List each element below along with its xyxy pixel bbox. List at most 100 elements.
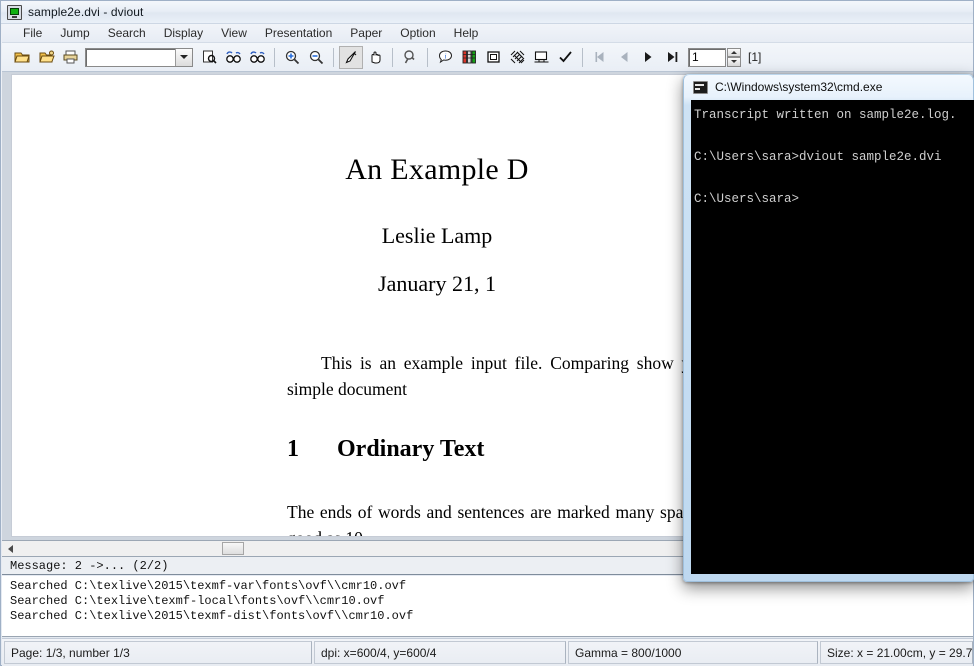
cmd-window[interactable]: C:\Windows\system32\cmd.exe Transcript w… (683, 74, 974, 582)
info-button[interactable]: i (433, 46, 457, 69)
color-marker-button[interactable] (457, 46, 481, 69)
pointer-tool-icon (344, 51, 356, 64)
open-folder-button[interactable] (34, 46, 58, 69)
zoom-out-icon (309, 50, 323, 65)
log-pane[interactable]: Searched C:\texlive\2015\texmf-var\fonts… (2, 576, 973, 637)
search-forward-button[interactable] (245, 46, 269, 69)
last-page-icon (667, 52, 677, 62)
check-icon (558, 51, 572, 63)
toolbar-separator (582, 47, 583, 67)
zoom-in-button[interactable] (280, 46, 304, 69)
window-title: sample2e.dvi - dviout (28, 5, 144, 19)
document-section-heading: 1 Ordinary Text (287, 436, 686, 463)
previous-page-button[interactable] (612, 46, 636, 69)
first-page-icon (595, 52, 603, 62)
toolbar-separator (274, 47, 275, 67)
cmd-titlebar[interactable]: C:\Windows\system32\cmd.exe (683, 74, 974, 100)
document-author: Leslie Lamp (381, 223, 493, 248)
print-icon (63, 50, 77, 64)
menu-item-view[interactable]: View (212, 24, 256, 42)
scrollbar-thumb[interactable] (222, 542, 244, 555)
console-output[interactable]: Transcript written on sample2e.log. C:\U… (691, 100, 974, 574)
toolbar-separator (427, 47, 428, 67)
statusbar: Page: 1/3, number 1/3 dpi: x=600/4, y=60… (2, 638, 973, 666)
menu-item-help[interactable]: Help (445, 24, 488, 42)
dviout-monitor-icon (7, 4, 22, 20)
toolbar-separator (392, 47, 393, 67)
toolbar-separator (333, 47, 334, 67)
document-date: January 21, 1 (378, 271, 496, 296)
caret-down-icon (731, 60, 737, 64)
zoom-out-button[interactable] (304, 46, 328, 69)
frame-button[interactable] (481, 46, 505, 69)
page-number-spinner[interactable] (727, 47, 741, 67)
menu-item-option[interactable]: Option (391, 24, 444, 42)
check-button[interactable] (553, 46, 577, 69)
magnifier-tool-button[interactable] (398, 46, 422, 69)
caret-up-icon (731, 50, 737, 54)
toolbar-combo[interactable] (85, 47, 193, 67)
next-page-button[interactable] (636, 46, 660, 69)
spinner-up-button[interactable] (727, 47, 741, 57)
display-monitor-icon (534, 51, 548, 63)
open-folder-icon (38, 50, 55, 63)
menu-item-jump[interactable]: Jump (51, 24, 98, 42)
document-title: An Example D (345, 153, 529, 186)
cmd-window-title: C:\Windows\system32\cmd.exe (715, 80, 883, 94)
console-line: Transcript written on sample2e.log. (694, 108, 957, 122)
open-file-button[interactable] (10, 46, 34, 69)
log-line: Searched C:\texlive\texmf-local\fonts\ov… (10, 594, 385, 608)
menu-item-display[interactable]: Display (155, 24, 212, 42)
screen: sample2e.dvi - dviout File Jump Search D… (0, 0, 974, 666)
titlebar: sample2e.dvi - dviout (1, 1, 973, 24)
console-line: C:\Users\sara>dviout sample2e.dvi (694, 150, 942, 164)
print-button[interactable] (58, 46, 82, 69)
menu-item-presentation[interactable]: Presentation (256, 24, 341, 42)
open-file-icon (13, 52, 30, 63)
display-monitor-button[interactable] (529, 46, 553, 69)
document-paragraph-1: This is an example input file. Comparing… (287, 353, 686, 399)
zoom-in-icon (285, 50, 299, 65)
frame-icon (486, 51, 500, 63)
hand-tool-button[interactable] (363, 46, 387, 69)
chevron-down-icon (180, 55, 188, 59)
console-line: C:\Users\sara> (694, 192, 800, 206)
caret-left-icon (7, 544, 13, 553)
last-page-button[interactable] (660, 46, 684, 69)
preview-icon (202, 50, 217, 64)
toolbar: i 1 [1] (2, 43, 973, 72)
page-number-input[interactable]: 1 (688, 47, 726, 67)
combo-dropdown-button[interactable] (175, 48, 192, 66)
search-forward-icon (249, 51, 265, 63)
magnifier-tool-icon (403, 50, 415, 64)
menu-item-file[interactable]: File (14, 24, 51, 42)
menubar: File Jump Search Display View Presentati… (2, 24, 973, 43)
preview-button[interactable] (197, 46, 221, 69)
first-page-button[interactable] (588, 46, 612, 69)
scroll-left-button[interactable] (2, 541, 18, 556)
size-status: Size: x = 21.00cm, y = 29.7 (820, 641, 973, 664)
info-icon: i (438, 50, 452, 64)
hatch-pattern-icon (510, 50, 524, 64)
search-backward-icon (225, 51, 241, 63)
menu-item-search[interactable]: Search (99, 24, 155, 42)
console-icon (693, 80, 708, 94)
current-page-label: [1] (748, 50, 762, 64)
menu-item-paper[interactable]: Paper (341, 24, 391, 42)
page-status: Page: 1/3, number 1/3 (4, 641, 312, 664)
svg-text:i: i (444, 52, 446, 60)
dpi-status: dpi: x=600/4, y=600/4 (314, 641, 566, 664)
spinner-down-button[interactable] (727, 57, 741, 67)
document-page[interactable]: An Example D Leslie Lamp January 21, 1 T… (11, 74, 687, 537)
hatch-pattern-button[interactable] (505, 46, 529, 69)
document-paragraph-2: The ends of words and sentences are mark… (287, 502, 686, 536)
pointer-tool-button[interactable] (339, 45, 363, 69)
log-line: Searched C:\texlive\2015\texmf-dist\font… (10, 609, 414, 623)
section-title: Ordinary Text (337, 436, 485, 462)
gamma-status: Gamma = 800/1000 (568, 641, 818, 664)
previous-page-icon (620, 52, 627, 62)
search-backward-button[interactable] (221, 46, 245, 69)
hand-tool-icon (371, 51, 380, 64)
